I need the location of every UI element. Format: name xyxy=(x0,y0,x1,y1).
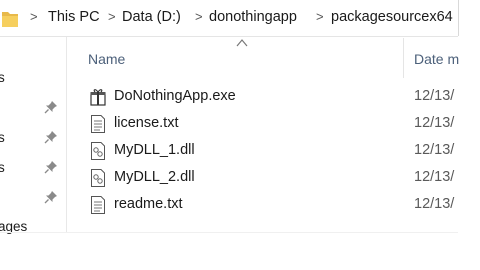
breadcrumb-data-drive[interactable]: Data (D:) xyxy=(122,9,181,25)
chevron-right-icon[interactable]: > xyxy=(30,9,38,24)
breadcrumb-donothingapp[interactable]: donothingapp xyxy=(209,9,297,25)
file-date-modified: 12/13/ xyxy=(414,169,455,185)
file-name: MyDLL_1.dll xyxy=(114,142,195,158)
file-row[interactable]: DoNothingApp.exe 12/13/ xyxy=(84,84,458,110)
file-date-modified: 12/13/ xyxy=(414,88,455,104)
pin-icon[interactable] xyxy=(44,130,58,144)
file-name: DoNothingApp.exe xyxy=(114,88,236,104)
pin-icon[interactable] xyxy=(44,100,58,114)
file-row[interactable]: readme.txt 12/13/ xyxy=(84,192,458,218)
text-file-icon xyxy=(91,115,105,133)
dll-file-icon xyxy=(91,169,105,187)
chevron-right-icon[interactable]: > xyxy=(316,9,324,24)
nav-item-label[interactable]: s xyxy=(0,70,5,85)
column-header-date-modified[interactable]: Date m xyxy=(414,51,459,67)
folder-icon xyxy=(2,12,18,27)
file-date-modified: 12/13/ xyxy=(414,196,455,212)
pane-divider[interactable] xyxy=(66,37,67,232)
file-row[interactable]: license.txt 12/13/ xyxy=(84,111,458,137)
chevron-right-icon[interactable]: > xyxy=(108,9,116,24)
file-name: license.txt xyxy=(114,115,179,131)
file-date-modified: 12/13/ xyxy=(414,142,455,158)
pin-icon[interactable] xyxy=(44,190,58,204)
divider xyxy=(0,232,458,233)
exe-icon xyxy=(90,89,106,106)
file-row[interactable]: MyDLL_1.dll 12/13/ xyxy=(84,138,458,164)
breadcrumb-packagesourcex64[interactable]: packagesourcex64 xyxy=(331,9,453,25)
breadcrumb-this-pc[interactable]: This PC xyxy=(48,9,100,25)
address-bar[interactable]: > This PC > Data (D:) > donothingapp > p… xyxy=(0,0,458,36)
file-row[interactable]: MyDLL_2.dll 12/13/ xyxy=(84,165,458,191)
column-resize-handle[interactable] xyxy=(403,38,404,78)
divider xyxy=(0,36,458,37)
file-name: readme.txt xyxy=(114,196,183,212)
file-date-modified: 12/13/ xyxy=(414,115,455,131)
nav-item-label[interactable]: s xyxy=(0,160,5,175)
file-name: MyDLL_2.dll xyxy=(114,169,195,185)
text-file-icon xyxy=(91,196,105,214)
address-bar-edge xyxy=(458,0,459,36)
column-header-name[interactable]: Name xyxy=(88,51,125,67)
chevron-right-icon[interactable]: > xyxy=(195,9,203,24)
sort-ascending-icon xyxy=(236,39,248,47)
dll-file-icon xyxy=(91,142,105,160)
nav-item-label[interactable]: s xyxy=(0,130,5,145)
pin-icon[interactable] xyxy=(44,160,58,174)
